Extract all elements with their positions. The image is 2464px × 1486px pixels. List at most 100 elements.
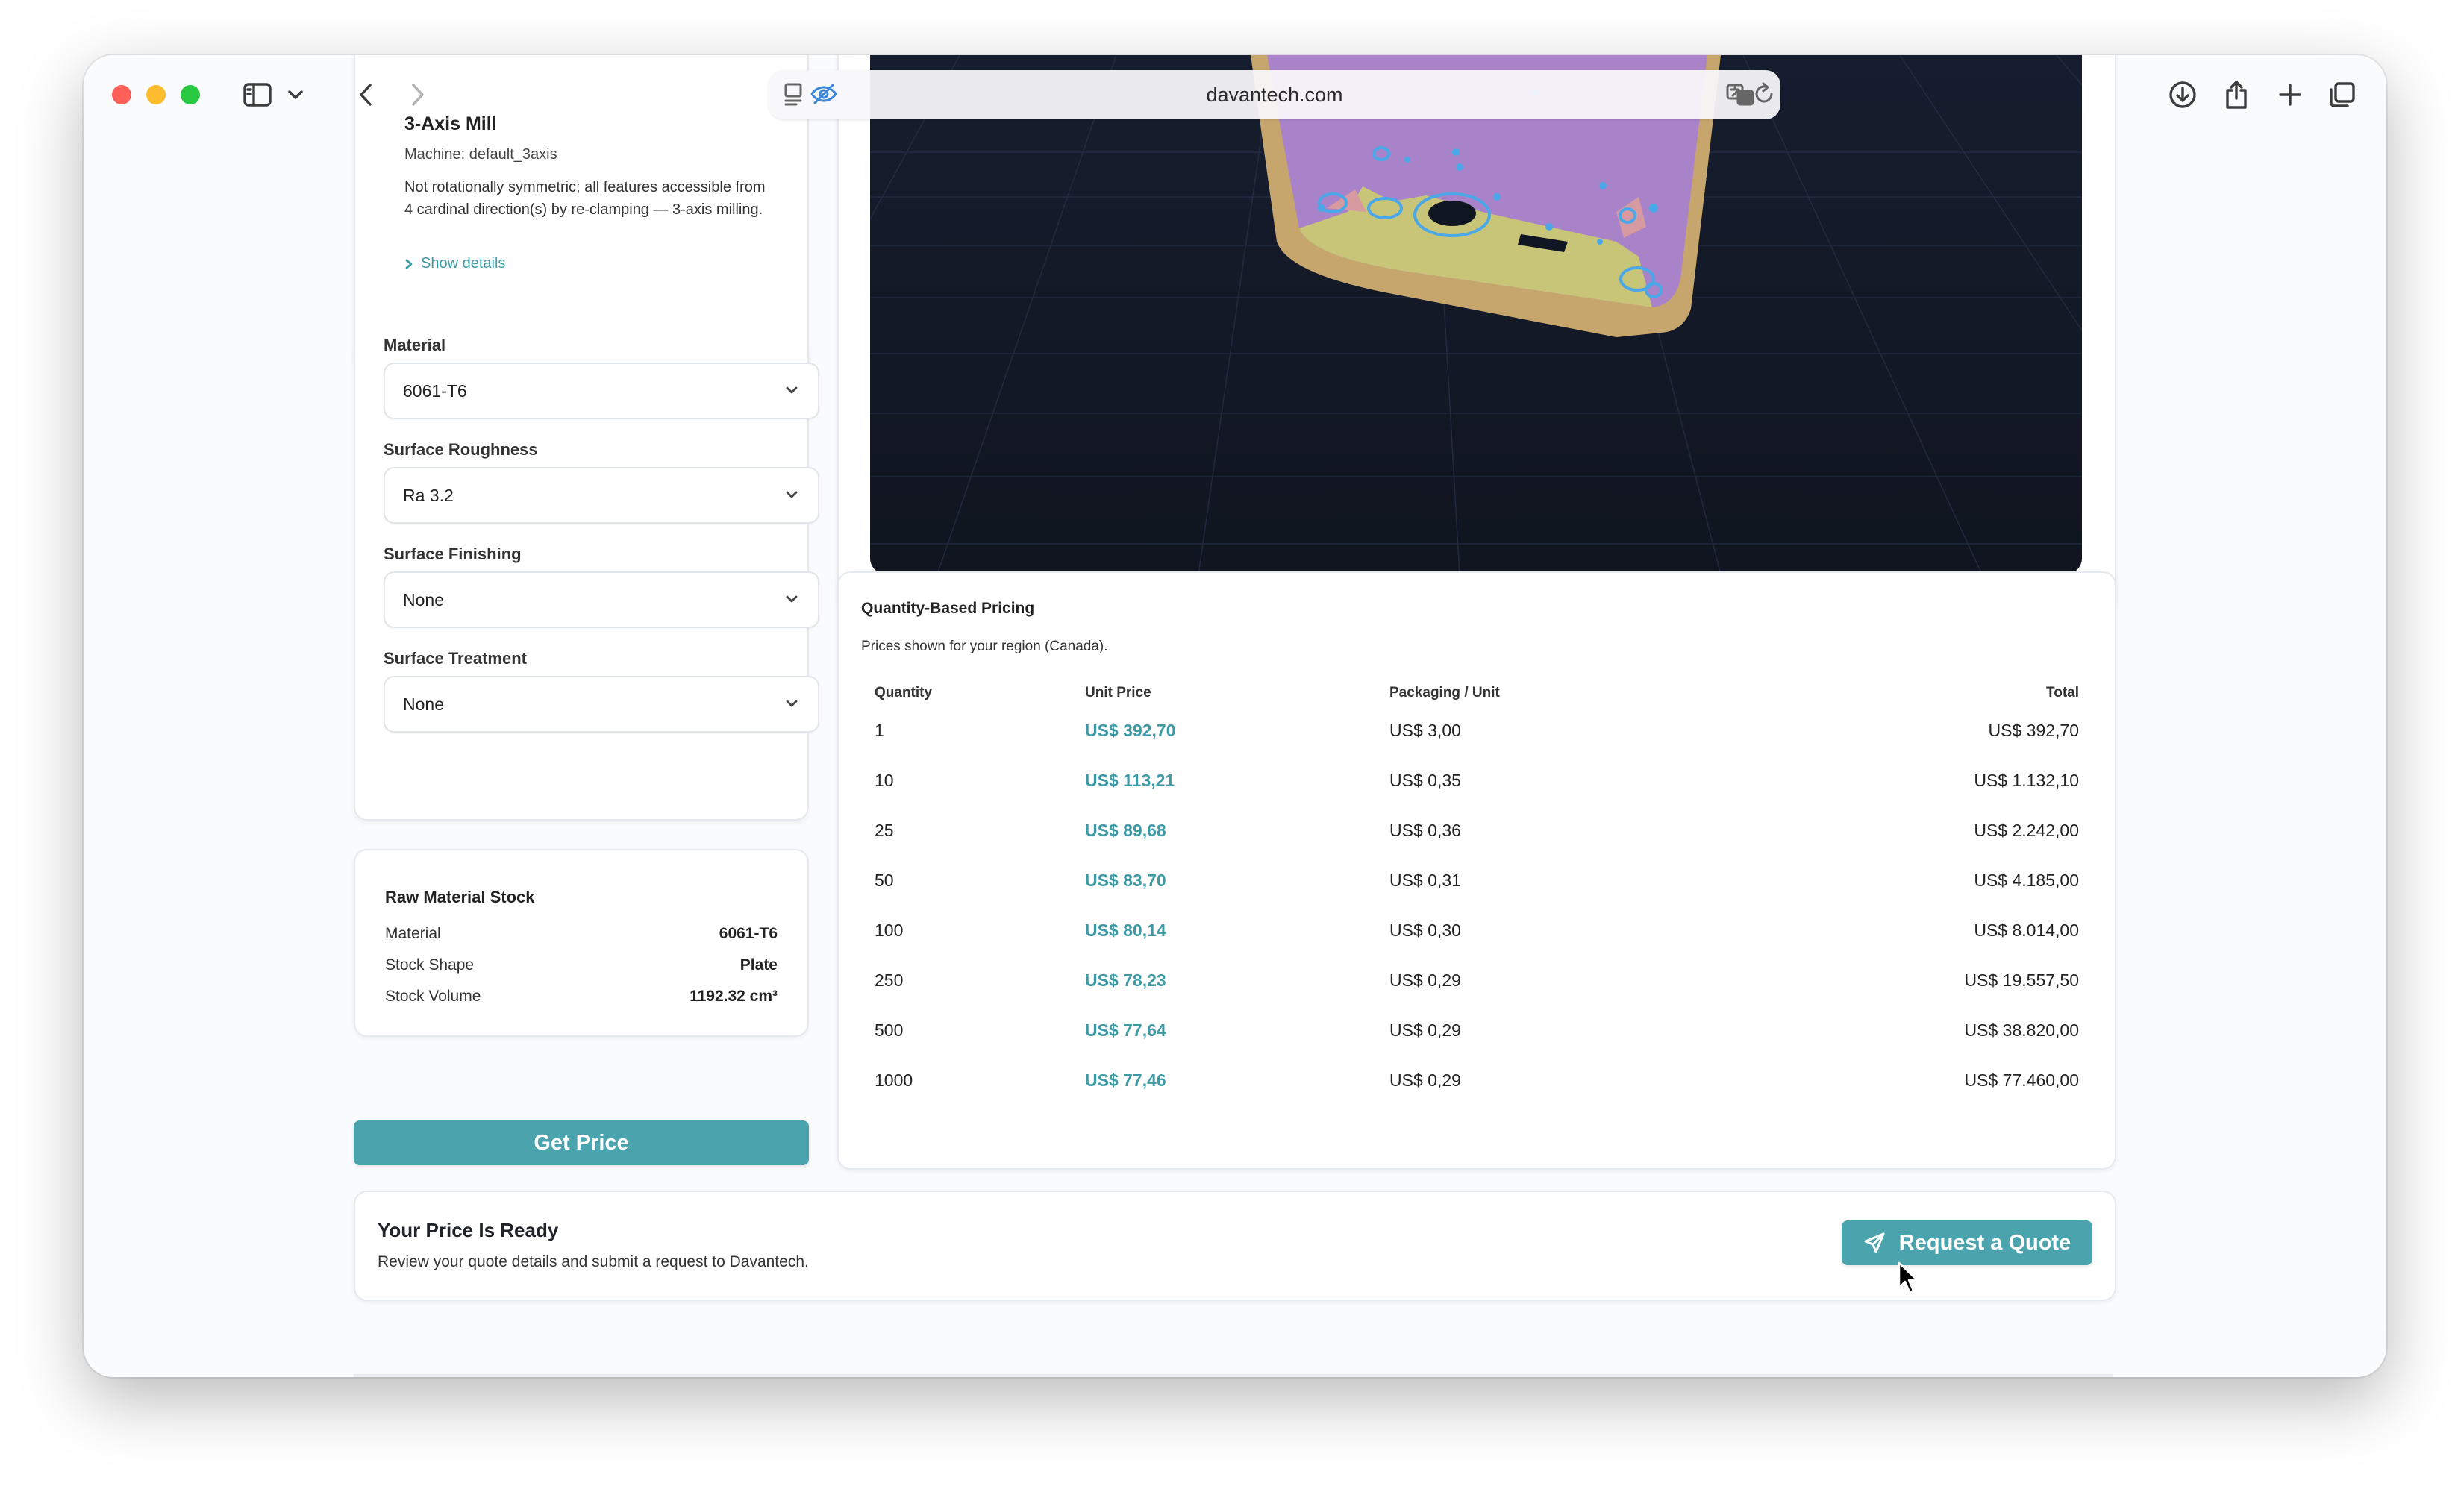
cell-packaging: US$ 0,29 <box>1389 971 1461 990</box>
finishing-select-value: None <box>403 590 444 609</box>
cell-packaging: US$ 0,35 <box>1389 771 1461 790</box>
col-header-unit-price: Unit Price <box>1085 685 1151 700</box>
cell-packaging: US$ 0,29 <box>1389 1070 1461 1090</box>
cell-packaging: US$ 0,31 <box>1389 871 1461 890</box>
show-details-label: Show details <box>421 255 506 272</box>
cell-quantity: 50 <box>875 871 894 890</box>
treatment-label: Surface Treatment <box>384 649 527 668</box>
finishing-label: Surface Finishing <box>384 545 522 563</box>
cell-total: US$ 4.185,00 <box>1974 871 2079 890</box>
chevron-down-icon <box>786 491 798 498</box>
get-price-button[interactable]: Get Price <box>354 1120 809 1165</box>
sidebar-icon[interactable] <box>239 75 276 115</box>
cell-quantity: 250 <box>875 971 904 990</box>
zoom-window-button[interactable] <box>181 85 200 104</box>
chevron-down-icon[interactable] <box>282 75 309 115</box>
roughness-select-value: Ra 3.2 <box>403 486 454 505</box>
forward-icon[interactable] <box>403 75 433 115</box>
material-select-value: 6061-T6 <box>403 381 467 401</box>
browser-window: davantech.com 3-Axis Mill Machine: defau… <box>84 55 2386 1377</box>
material-select[interactable]: 6061-T6 <box>384 363 819 419</box>
request-quote-button[interactable]: Request a Quote <box>1842 1220 2092 1265</box>
stock-row-value: 1192.32 cm³ <box>690 988 778 1005</box>
cell-total: US$ 1.132,10 <box>1974 771 2079 790</box>
cell-total: US$ 38.820,00 <box>1964 1021 2079 1040</box>
cell-total: US$ 392,70 <box>1988 721 2079 740</box>
send-icon <box>1864 1232 1885 1253</box>
divider <box>354 1374 2113 1377</box>
cell-total: US$ 2.242,00 <box>1974 821 2079 840</box>
table-row: 50 US$ 83,70 US$ 0,31 US$ 4.185,00 <box>839 856 2115 905</box>
col-header-packaging: Packaging / Unit <box>1389 685 1500 700</box>
chevron-down-icon <box>786 595 798 603</box>
cell-quantity: 500 <box>875 1021 904 1040</box>
cell-packaging: US$ 3,00 <box>1389 721 1461 740</box>
request-quote-label: Request a Quote <box>1898 1230 2071 1255</box>
chevron-down-icon <box>786 700 798 707</box>
price-ready-description: Review your quote details and submit a r… <box>378 1253 809 1270</box>
cell-quantity: 25 <box>875 821 894 840</box>
price-ready-title: Your Price Is Ready <box>378 1219 559 1241</box>
treatment-select[interactable]: None <box>384 676 819 733</box>
cell-packaging: US$ 0,29 <box>1389 1021 1461 1040</box>
stock-row-volume: Stock Volume 1192.32 cm³ <box>385 988 778 1006</box>
stock-row-material: Material 6061-T6 <box>385 925 778 943</box>
col-header-quantity: Quantity <box>875 685 933 700</box>
close-window-button[interactable] <box>112 85 131 104</box>
chevron-down-icon <box>786 386 798 394</box>
table-row: 250 US$ 78,23 US$ 0,29 US$ 19.557,50 <box>839 956 2115 1005</box>
cell-total: US$ 8.014,00 <box>1974 921 2079 940</box>
pricing-title: Quantity-Based Pricing <box>861 600 1035 617</box>
address-bar[interactable]: davantech.com <box>769 70 1780 119</box>
pricing-card: Quantity-Based Pricing Prices shown for … <box>837 571 2116 1170</box>
download-icon[interactable] <box>2166 75 2200 115</box>
cell-unit-price: US$ 392,70 <box>1085 721 1176 740</box>
cell-packaging: US$ 0,30 <box>1389 921 1461 940</box>
cell-unit-price: US$ 78,23 <box>1085 971 1166 990</box>
roughness-select[interactable]: Ra 3.2 <box>384 467 819 524</box>
mouse-cursor-icon <box>1898 1261 1919 1294</box>
table-row: 25 US$ 89,68 US$ 0,36 US$ 2.242,00 <box>839 806 2115 855</box>
cell-unit-price: US$ 83,70 <box>1085 871 1166 890</box>
cell-unit-price: US$ 77,46 <box>1085 1070 1166 1090</box>
tabs-overview-icon[interactable] <box>2325 75 2360 115</box>
stock-row-label: Stock Volume <box>385 988 481 1005</box>
cell-quantity: 10 <box>875 771 894 790</box>
cell-quantity: 100 <box>875 921 904 940</box>
chevron-right-icon <box>405 259 413 269</box>
minimize-window-button[interactable] <box>146 85 166 104</box>
stock-row-value: 6061-T6 <box>719 925 778 942</box>
cell-unit-price: US$ 77,64 <box>1085 1021 1166 1040</box>
reload-icon[interactable] <box>1752 81 1776 111</box>
process-machine: Machine: default_3axis <box>404 146 557 163</box>
cell-unit-price: US$ 80,14 <box>1085 921 1166 940</box>
cell-quantity: 1 <box>875 721 884 740</box>
col-header-total: Total <box>2046 685 2079 700</box>
browser-toolbar: davantech.com <box>84 55 2386 134</box>
stock-row-value: Plate <box>739 956 778 974</box>
table-row: 1000 US$ 77,46 US$ 0,29 US$ 77.460,00 <box>839 1056 2115 1105</box>
roughness-label: Surface Roughness <box>384 440 538 459</box>
material-label: Material <box>384 336 446 354</box>
table-row: 10 US$ 113,21 US$ 0,35 US$ 1.132,10 <box>839 756 2115 805</box>
finishing-select[interactable]: None <box>384 571 819 628</box>
table-row: 1 US$ 392,70 US$ 3,00 US$ 392,70 <box>839 706 2115 755</box>
price-ready-card: Your Price Is Ready Review your quote de… <box>354 1191 2116 1301</box>
stock-row-label: Material <box>385 925 441 942</box>
treatment-select-value: None <box>403 695 444 714</box>
stock-card: Raw Material Stock Material 6061-T6 Stoc… <box>354 849 809 1037</box>
back-icon[interactable] <box>351 75 381 115</box>
url-text: davantech.com <box>1206 84 1343 106</box>
share-icon[interactable] <box>2219 75 2254 115</box>
cell-total: US$ 77.460,00 <box>1964 1070 2079 1090</box>
translate-icon[interactable] <box>1725 81 1755 111</box>
cell-packaging: US$ 0,36 <box>1389 821 1461 840</box>
cell-unit-price: US$ 89,68 <box>1085 821 1166 840</box>
table-row: 500 US$ 77,64 US$ 0,29 US$ 38.820,00 <box>839 1006 2115 1055</box>
process-description: Not rotationally symmetric; all features… <box>404 179 766 218</box>
new-tab-icon[interactable] <box>2273 75 2307 115</box>
show-details-toggle[interactable]: Show details <box>404 255 505 272</box>
cell-quantity: 1000 <box>875 1070 913 1090</box>
cell-total: US$ 19.557,50 <box>1964 971 2079 990</box>
stock-row-shape: Stock Shape Plate <box>385 956 778 974</box>
